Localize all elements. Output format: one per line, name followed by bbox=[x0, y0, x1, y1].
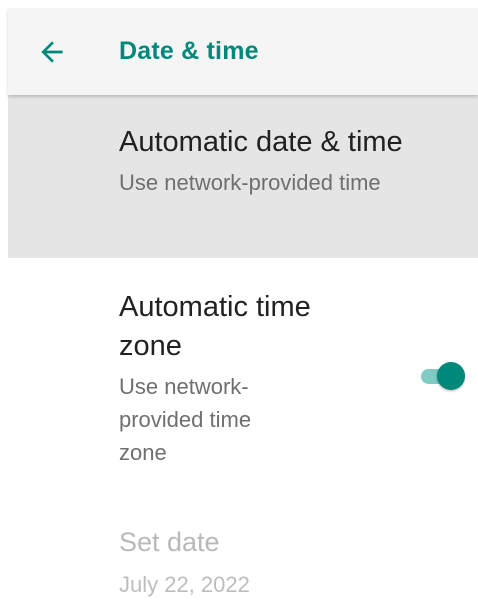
automatic-time-zone-toggle[interactable] bbox=[417, 362, 465, 390]
back-button[interactable] bbox=[36, 36, 68, 68]
app-bar: Date & time bbox=[8, 8, 478, 95]
page-title: Date & time bbox=[119, 37, 259, 65]
set-date-item[interactable]: Set date July 22, 2022 bbox=[8, 483, 478, 609]
automatic-date-time-item[interactable]: Automatic date & time Use network-provid… bbox=[8, 95, 478, 258]
automatic-time-zone-title: Automatic time zone bbox=[119, 291, 311, 362]
set-date-summary: July 22, 2022 bbox=[119, 572, 250, 597]
automatic-date-time-summary: Use network-provided time bbox=[119, 170, 381, 195]
toggle-thumb bbox=[437, 362, 465, 390]
arrow-back-icon bbox=[41, 41, 63, 63]
set-date-title: Set date bbox=[119, 527, 220, 557]
automatic-time-zone-summary: Use network-provided time zone bbox=[119, 374, 252, 465]
automatic-time-zone-item[interactable]: Automatic time zone Use network-provided… bbox=[8, 258, 478, 483]
automatic-date-time-title: Automatic date & time bbox=[119, 126, 403, 158]
